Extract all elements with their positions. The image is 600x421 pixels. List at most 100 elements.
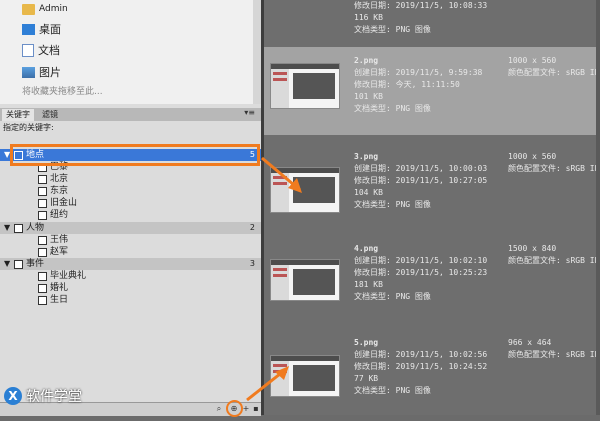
- keyword-label: 人物: [26, 223, 45, 233]
- file-modified: 修改日期: 今天, 11:11:50: [354, 80, 460, 89]
- search-icon[interactable]: ⌕: [214, 404, 224, 414]
- file-card[interactable]: 4.png 创建日期: 2019/11/5, 10:02:10 修改日期: 20…: [264, 239, 600, 327]
- file-meta-right: 1000 x 560 颜色配置文件: sRGB IE: [508, 151, 599, 175]
- tab-filter[interactable]: 滤镜: [38, 109, 62, 121]
- keyword-label: 王伟: [50, 235, 69, 245]
- favorite-item-pictures[interactable]: 图片: [22, 65, 61, 79]
- file-type: 文档类型: PNG 图像: [354, 200, 431, 209]
- file-created: 创建日期: 2019/11/5, 10:02:56: [354, 350, 488, 359]
- keyword-label: 旧金山: [50, 198, 78, 208]
- checkbox[interactable]: [14, 224, 23, 233]
- favorite-item-desktop[interactable]: 桌面: [22, 22, 61, 36]
- file-color-profile: 颜色配置文件: sRGB IE: [508, 350, 600, 359]
- file-meta: 5.png 创建日期: 2019/11/5, 10:02:56 修改日期: 20…: [354, 337, 487, 397]
- file-card[interactable]: 3.png 创建日期: 2019/11/5, 10:00:03 修改日期: 20…: [264, 147, 600, 235]
- tab-keywords[interactable]: 关键字: [2, 109, 34, 121]
- favorites-panel: Admin 桌面 文档 图片 将收藏夹拖移至此...: [0, 0, 261, 104]
- file-thumbnail: [270, 355, 340, 397]
- panel-tabs: 关键字 滤镜 ▾≡: [0, 108, 261, 121]
- file-size: 181 KB: [354, 280, 383, 289]
- content-scrollbar[interactable]: [596, 0, 600, 415]
- folder-icon: [22, 3, 35, 15]
- keyword-label: 北京: [50, 174, 69, 184]
- file-card-selected[interactable]: 2.png 创建日期: 2019/11/5, 9:59:38 修改日期: 今天,…: [264, 47, 600, 135]
- file-created: 创建日期: 2019/11/5, 10:02:10: [354, 256, 488, 265]
- keyword-label: 赵军: [50, 247, 69, 257]
- favorites-drop-hint: 将收藏夹拖移至此...: [22, 87, 103, 97]
- favorite-label: 桌面: [39, 23, 61, 36]
- file-name: 5.png: [354, 338, 379, 347]
- keyword-label: 生日: [50, 295, 69, 305]
- brand-text: 软件学堂: [26, 389, 82, 405]
- file-size: 116 KB: [354, 13, 383, 22]
- checkbox[interactable]: [38, 236, 47, 245]
- keyword-item[interactable]: 纽约: [0, 209, 261, 221]
- document-icon: [22, 43, 34, 57]
- file-meta: 4.png 创建日期: 2019/11/5, 10:02:10 修改日期: 20…: [354, 243, 487, 303]
- file-meta-right: 1500 x 840 颜色配置文件: sRGB IE: [508, 243, 599, 267]
- file-name: 2.png: [354, 56, 379, 65]
- file-color-profile: 颜色配置文件: sRGB IE: [508, 164, 600, 173]
- file-modified: 修改日期: 2019/11/5, 10:27:05: [354, 176, 488, 185]
- keyword-label: 纽约: [50, 210, 69, 220]
- favorite-label: 图片: [39, 66, 61, 79]
- keyword-category-people[interactable]: ▼ 人物 2: [0, 222, 261, 234]
- file-size: 101 KB: [354, 92, 383, 101]
- brand-logo-icon: X: [4, 387, 22, 405]
- file-type: 文档类型: PNG 图像: [354, 386, 431, 395]
- file-dimensions: 966 x 464: [508, 338, 552, 347]
- file-type: 文档类型: PNG 图像: [354, 104, 431, 113]
- file-meta-right: 1000 x 560 颜色配置文件: sRGB IE: [508, 55, 599, 79]
- delete-icon[interactable]: ▪: [251, 404, 261, 414]
- keyword-item[interactable]: 毕业典礼: [0, 270, 261, 282]
- keyword-item[interactable]: 王伟: [0, 234, 261, 246]
- favorite-item-admin[interactable]: Admin: [22, 2, 68, 16]
- file-meta: 3.png 创建日期: 2019/11/5, 10:00:03 修改日期: 20…: [354, 151, 487, 211]
- keyword-label: 事件: [26, 259, 45, 269]
- file-name: 3.png: [354, 152, 379, 161]
- keyword-category-events[interactable]: ▼ 事件 3: [0, 258, 261, 270]
- expand-triangle-icon[interactable]: ▼: [4, 258, 10, 270]
- checkbox[interactable]: [38, 272, 47, 281]
- file-card[interactable]: 5.png 创建日期: 2019/11/5, 10:02:56 修改日期: 20…: [264, 333, 600, 421]
- file-thumbnail: [270, 259, 340, 301]
- checkbox[interactable]: [38, 296, 47, 305]
- checkbox[interactable]: [14, 260, 23, 269]
- checkbox[interactable]: [38, 175, 47, 184]
- file-meta: 2.png 创建日期: 2019/11/5, 9:59:38 修改日期: 今天,…: [354, 55, 482, 115]
- file-created: 创建日期: 2019/11/5, 9:59:38: [354, 68, 483, 77]
- highlight-box: [10, 144, 260, 166]
- file-modified: 修改日期: 2019/11/5, 10:25:23: [354, 268, 488, 277]
- keyword-item[interactable]: 婚礼: [0, 282, 261, 294]
- keyword-label: 婚礼: [50, 283, 69, 293]
- checkbox[interactable]: [38, 211, 47, 220]
- expand-triangle-icon[interactable]: ▼: [4, 222, 10, 234]
- file-meta-right: 966 x 464 颜色配置文件: sRGB IE: [508, 337, 599, 361]
- favorite-item-documents[interactable]: 文档: [22, 43, 60, 57]
- favorites-scrollbar[interactable]: [253, 0, 261, 104]
- file-type: 文档类型: PNG 图像: [354, 292, 431, 301]
- file-dimensions: 1000 x 560: [508, 152, 557, 161]
- keyword-item[interactable]: 生日: [0, 294, 261, 306]
- checkbox[interactable]: [38, 284, 47, 293]
- keyword-label: 东京: [50, 186, 69, 196]
- file-size: 104 KB: [354, 188, 383, 197]
- keyword-count: 3: [249, 259, 255, 268]
- watermark-brand: X 软件学堂: [4, 386, 82, 406]
- keyword-item[interactable]: 旧金山: [0, 197, 261, 209]
- keywords-header: 指定的关键字:: [3, 123, 54, 132]
- file-size: 77 KB: [354, 374, 379, 383]
- keyword-item[interactable]: 北京: [0, 173, 261, 185]
- file-created: 创建日期: 2019/11/5, 10:00:03: [354, 164, 488, 173]
- file-dimensions: 1000 x 560: [508, 56, 557, 65]
- file-thumbnail: [270, 167, 340, 213]
- checkbox[interactable]: [38, 199, 47, 208]
- checkbox[interactable]: [38, 248, 47, 257]
- file-name: 4.png: [354, 244, 379, 253]
- file-dimensions: 1500 x 840: [508, 244, 557, 253]
- content-panel: 修改日期: 2019/11/5, 10:08:33 116 KB 文档类型: P…: [264, 0, 600, 415]
- keyword-item[interactable]: 赵军: [0, 246, 261, 258]
- panel-menu-icon[interactable]: ▾≡: [244, 108, 255, 117]
- checkbox[interactable]: [38, 187, 47, 196]
- keyword-item[interactable]: 东京: [0, 185, 261, 197]
